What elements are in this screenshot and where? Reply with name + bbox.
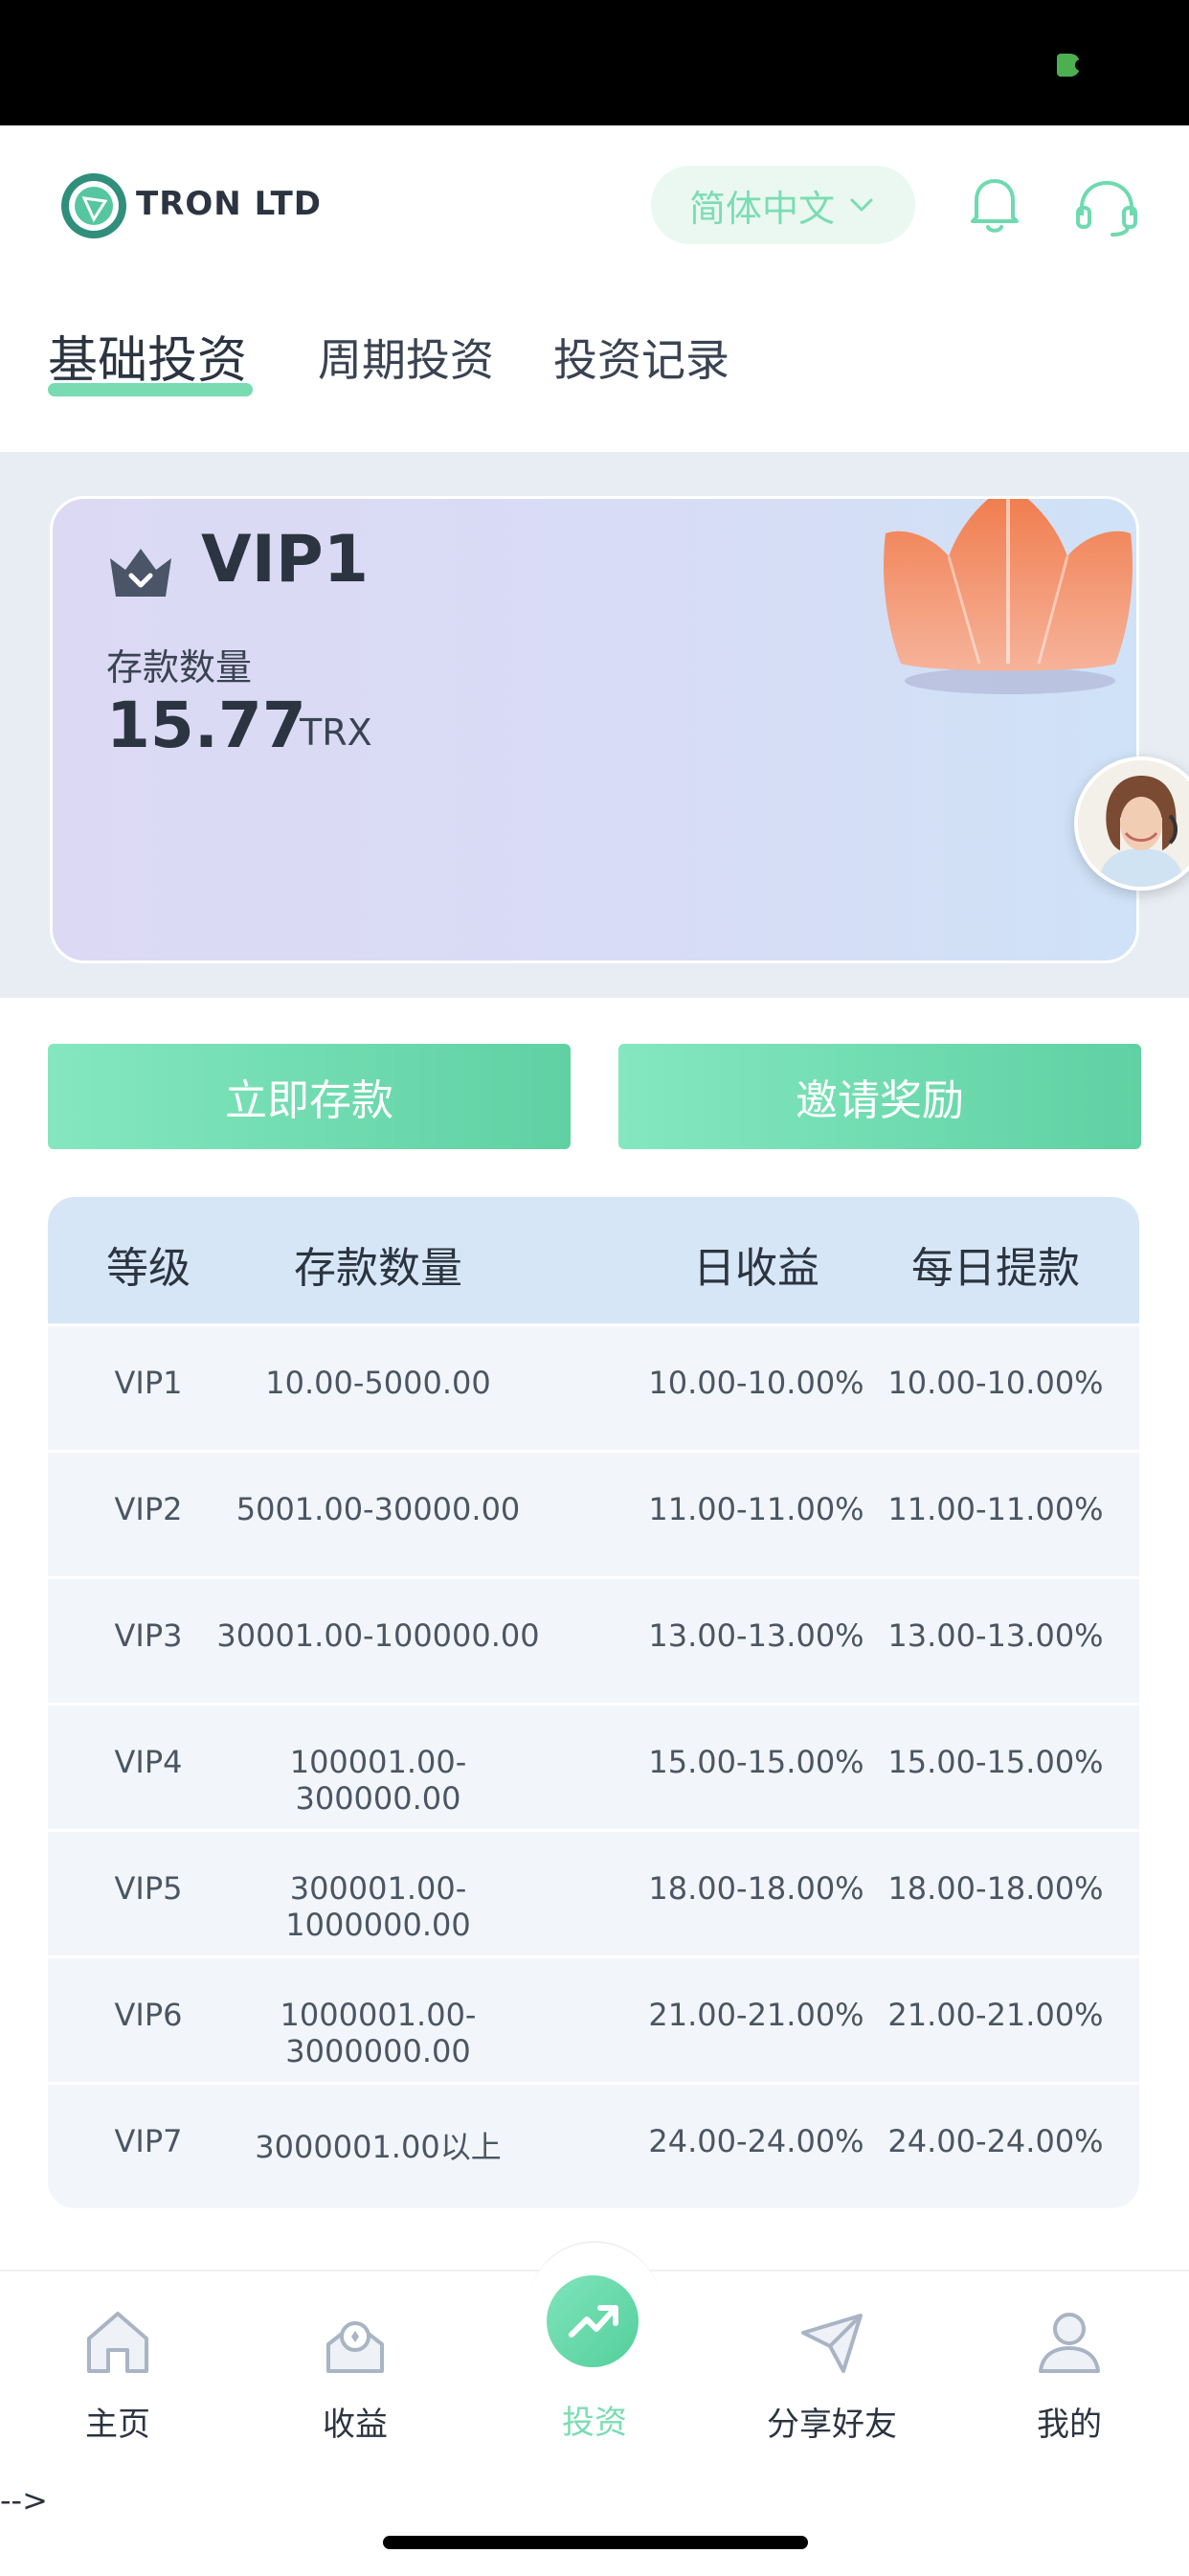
cell-daily-withdrawal: 15.00-15.00%: [887, 1744, 1104, 1780]
nav-item-share[interactable]: 分享好友: [746, 2304, 918, 2445]
nav-label-home: 主页: [85, 2406, 150, 2444]
nav-label-profile: 我的: [1037, 2406, 1102, 2444]
cell-deposit-range: 300001.00-1000000.00: [285, 1870, 471, 1943]
cell-daily-yield: 21.00-21.00%: [648, 1997, 864, 2033]
invest-icon: [569, 2305, 618, 2338]
table-row: VIP7 3000001.00以上 24.00-24.00% 24.00-24.…: [48, 2082, 1139, 2206]
tron-logo-icon: [61, 173, 126, 238]
nav-label-earnings: 收益: [323, 2406, 388, 2444]
headset-icon[interactable]: [1072, 177, 1141, 238]
bell-icon[interactable]: [967, 173, 1022, 237]
tab-basic-investment[interactable]: 基础投资: [48, 320, 247, 392]
cell-deposit-range: 5001.00-30000.00: [236, 1491, 521, 1527]
table-row: VIP2 5001.00-30000.00 11.00-11.00% 11.00…: [48, 1450, 1139, 1574]
cell-daily-yield: 24.00-24.00%: [648, 2123, 864, 2159]
vip-card: VIP1 存款数量 15.77 TRX: [50, 496, 1139, 963]
table-row: VIP6 1000001.00-3000000.00 21.00-21.00% …: [48, 1955, 1139, 2080]
chevron-down-icon: [850, 198, 873, 212]
cell-deposit-range: 1000001.00-3000000.00: [280, 1997, 477, 2069]
nav-item-earnings[interactable]: 收益: [269, 2304, 441, 2445]
language-label: 简体中文: [688, 187, 835, 230]
agent-face-icon: [1078, 760, 1189, 887]
cell-daily-withdrawal: 10.00-10.00%: [887, 1365, 1104, 1401]
cell-daily-yield: 13.00-13.00%: [648, 1617, 864, 1654]
profile-icon: [1039, 2313, 1100, 2373]
crown-icon: [110, 549, 171, 597]
brand-name: TRON LTD: [136, 185, 323, 223]
share-icon: [801, 2314, 863, 2373]
cell-daily-withdrawal: 18.00-18.00%: [887, 1870, 1104, 1907]
home-icon: [87, 2312, 148, 2373]
investment-tabs: 基础投资 周期投资 投资记录: [0, 283, 1189, 452]
header-daily-withdrawal: 每日提款: [911, 1244, 1080, 1293]
battery-icon: [1057, 54, 1083, 77]
cell-daily-withdrawal: 13.00-13.00%: [887, 1617, 1104, 1654]
crown-illustration-icon: [884, 499, 1133, 694]
table-header: 等级 存款数量 日收益 每日提款: [48, 1197, 1139, 1323]
cell-daily-yield: 15.00-15.00%: [648, 1744, 864, 1780]
invite-reward-button[interactable]: 邀请奖励: [618, 1044, 1141, 1149]
nav-item-home[interactable]: 主页: [32, 2304, 204, 2445]
stray-text: -->: [0, 2482, 48, 2519]
cell-daily-withdrawal: 24.00-24.00%: [887, 2123, 1104, 2159]
deposit-amount: 15.77: [106, 689, 306, 762]
nav-item-invest[interactable]: [547, 2275, 639, 2367]
vip-card-section: VIP1 存款数量 15.77 TRX: [0, 452, 1189, 998]
table-row: VIP5 300001.00-1000000.00 18.00-18.00% 1…: [48, 1829, 1139, 1954]
cell-daily-yield: 11.00-11.00%: [648, 1491, 864, 1527]
language-selector[interactable]: 简体中文: [651, 166, 915, 244]
cell-daily-yield: 10.00-10.00%: [648, 1365, 864, 1401]
cell-deposit-range: 10.00-5000.00: [265, 1365, 491, 1401]
nav-label-share: 分享好友: [767, 2406, 897, 2444]
status-bar: [0, 0, 1189, 125]
nav-item-profile[interactable]: 我的: [983, 2304, 1155, 2445]
cell-daily-yield: 18.00-18.00%: [648, 1870, 864, 1907]
tab-periodic-investment[interactable]: 周期投资: [318, 326, 494, 389]
nav-label-invest: 投资: [562, 2404, 627, 2442]
cell-deposit-range: 30001.00-100000.00: [216, 1617, 540, 1654]
app-header: TRON LTD 简体中文: [0, 125, 1189, 283]
cell-deposit-range: 100001.00-300000.00: [289, 1744, 467, 1817]
tab-investment-records[interactable]: 投资记录: [553, 326, 729, 389]
table-row: VIP3 30001.00-100000.00 13.00-13.00% 13.…: [48, 1576, 1139, 1701]
table-row: VIP1 10.00-5000.00 10.00-10.00% 10.00-10…: [48, 1323, 1139, 1448]
earnings-icon: [326, 2321, 384, 2373]
deposit-now-button[interactable]: 立即存款: [48, 1044, 571, 1149]
cell-deposit-range: 3000001.00以上: [255, 2129, 502, 2165]
active-tab-indicator: [48, 383, 253, 396]
table-row: VIP4 100001.00-300000.00 15.00-15.00% 15…: [48, 1703, 1139, 1827]
deposit-unit: TRX: [300, 712, 372, 754]
home-indicator: [383, 2536, 808, 2549]
vip-level-table: 等级 存款数量 日收益 每日提款 VIP1 10.00-5000.00 10.0…: [48, 1197, 1139, 2208]
cell-daily-withdrawal: 11.00-11.00%: [887, 1491, 1104, 1527]
cell-daily-withdrawal: 21.00-21.00%: [887, 1997, 1104, 2033]
header-daily-yield: 日收益: [693, 1244, 819, 1293]
header-deposit-amount: 存款数量: [294, 1244, 462, 1293]
deposit-label: 存款数量: [106, 646, 253, 689]
vip-level: VIP1: [201, 522, 370, 598]
